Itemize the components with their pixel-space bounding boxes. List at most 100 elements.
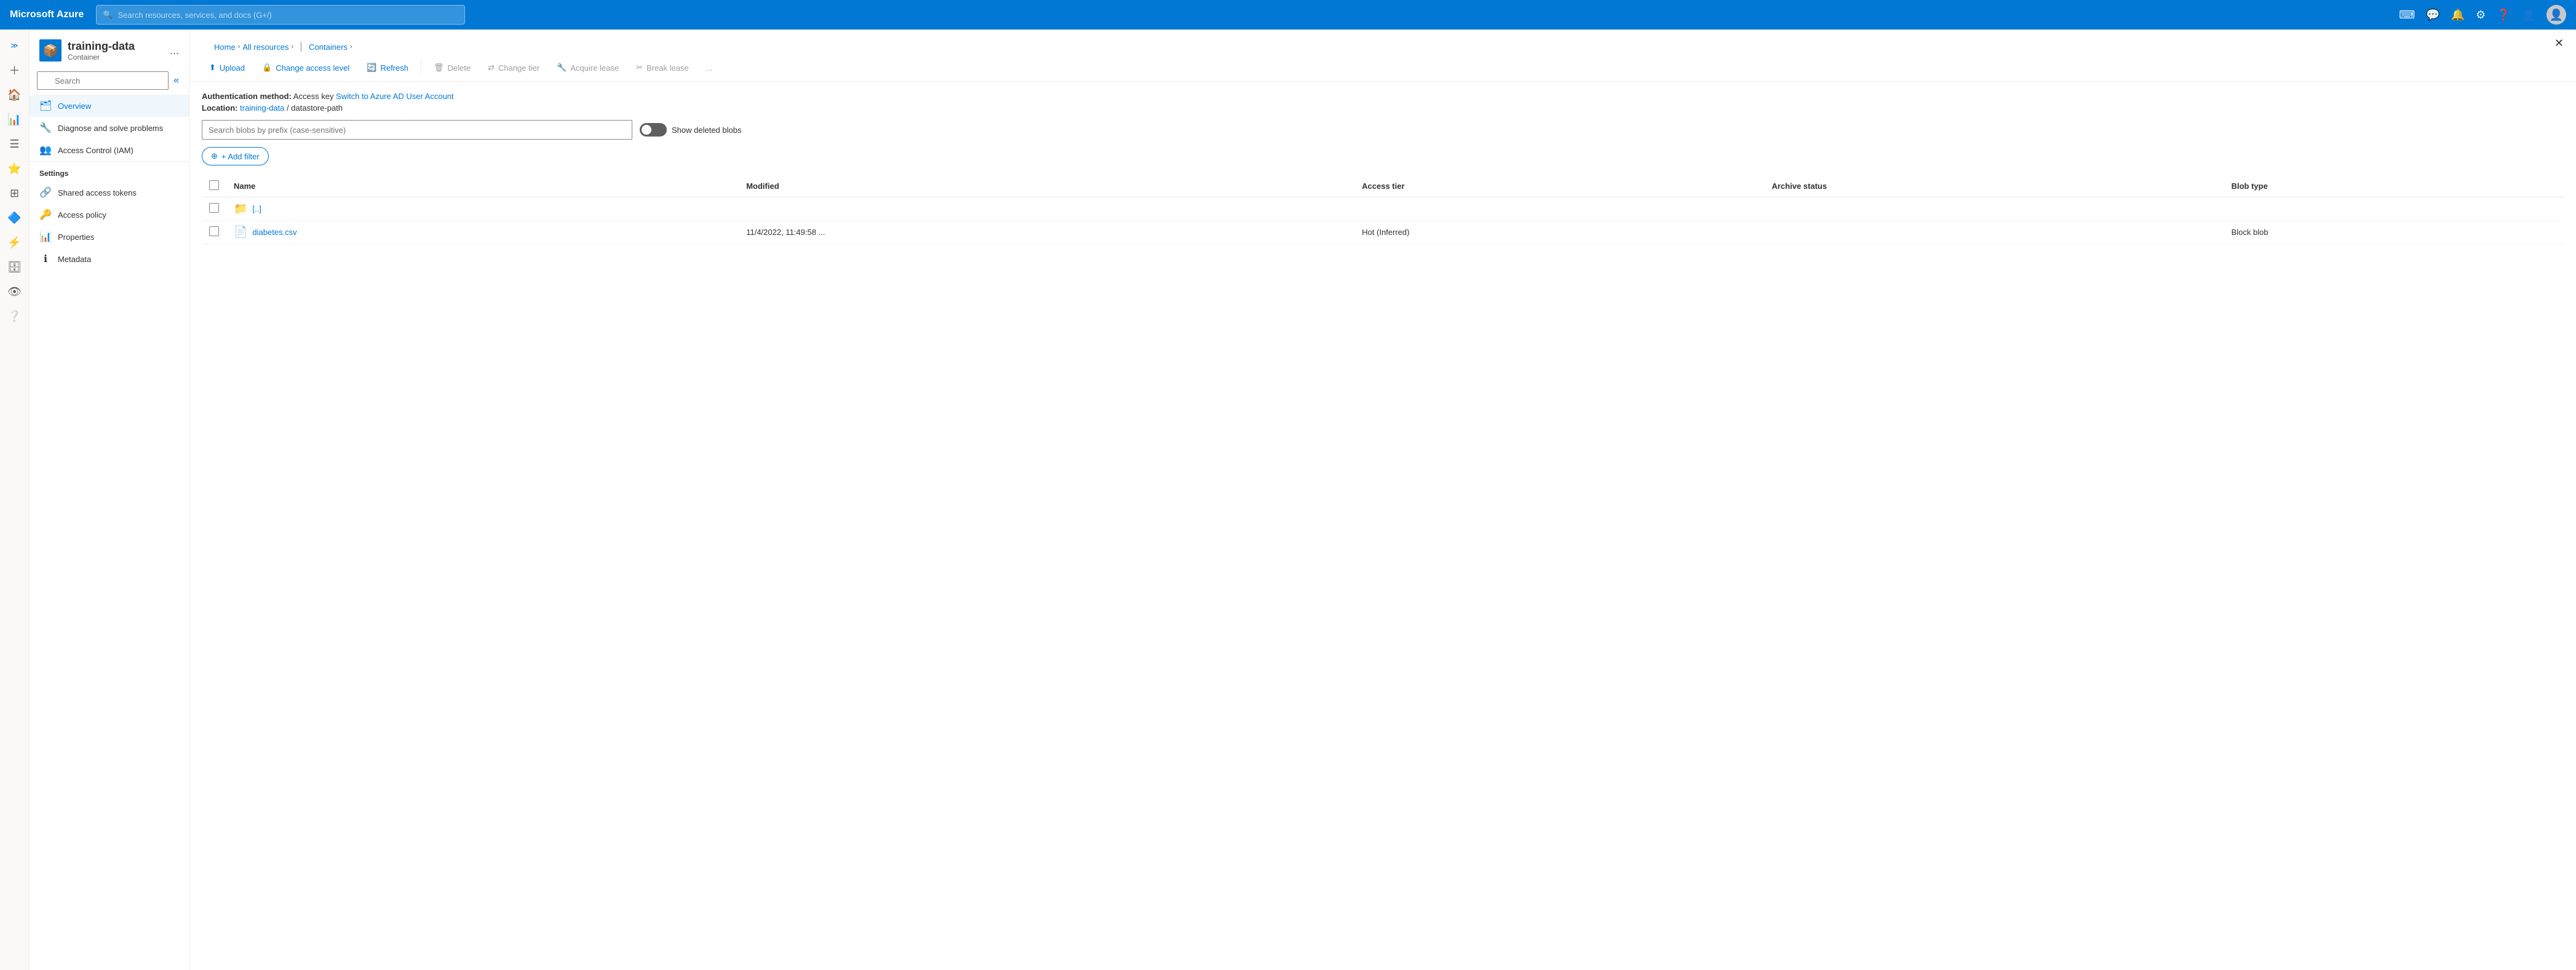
lock-icon: 🔒 — [262, 63, 272, 73]
add-filter-button[interactable]: ⊕ + Add filter — [202, 147, 269, 165]
content-area: Authentication method: Access key Switch… — [189, 82, 2576, 254]
top-navigation: Microsoft Azure 🔍 Search resources, serv… — [0, 0, 2576, 30]
toggle-knob — [642, 125, 651, 135]
row-checkbox[interactable] — [209, 226, 219, 236]
left-navigation: 📦 training-data Container ... 🔍 « 🗂 Over… — [30, 30, 189, 970]
global-search-bar[interactable]: 🔍 Search resources, services, and docs (… — [96, 5, 465, 25]
filter-icon: ⊕ — [211, 151, 218, 161]
resource-header: 📦 training-data Container ... — [30, 30, 189, 66]
container-icon[interactable]: 🔷 — [4, 207, 26, 229]
database-icon[interactable]: 🗄 — [4, 256, 26, 278]
collapse-icon[interactable]: ≫ — [4, 34, 26, 57]
nav-collapse-button[interactable]: « — [171, 73, 181, 89]
location-path: datastore-path — [291, 103, 343, 113]
more-button[interactable]: ... — [699, 60, 720, 76]
lightning-icon[interactable]: ⚡ — [4, 231, 26, 253]
refresh-icon: 🔄 — [367, 63, 376, 73]
breadcrumb-sep-3: › — [350, 43, 352, 50]
feedback-icon[interactable]: 💬 — [2426, 9, 2439, 22]
diagnose-icon: 🔧 — [39, 122, 52, 134]
auth-info: Authentication method: Access key Switch… — [202, 92, 2564, 101]
table-header-archive-status: Archive status — [1764, 175, 2224, 197]
breadcrumb-containers[interactable]: Containers — [309, 42, 348, 52]
overview-icon: 🗂 — [39, 100, 52, 112]
access-policy-icon: 🔑 — [39, 209, 52, 221]
row-modified-cell — [739, 197, 1354, 221]
row-access-tier-cell: Hot (Inferred) — [1354, 221, 1764, 244]
row-archive-status-cell — [1764, 221, 2224, 244]
settings-section-title: Settings — [30, 161, 189, 181]
resource-type-icon: 📦 — [39, 39, 62, 62]
monitor-icon[interactable]: 👁 — [4, 280, 26, 303]
question-icon[interactable]: ❔ — [4, 305, 26, 327]
table-header-name: Name — [226, 175, 739, 197]
delete-button[interactable]: 🗑 Delete — [426, 59, 478, 76]
menu-icon[interactable]: ☰ — [4, 133, 26, 155]
nav-item-shared-access-tokens[interactable]: 🔗 Shared access tokens — [30, 181, 189, 204]
nav-item-overview[interactable]: 🗂 Overview — [30, 95, 189, 117]
iam-icon: 👥 — [39, 144, 52, 156]
breadcrumb-all-resources[interactable]: All resources — [242, 42, 288, 52]
resource-more-button[interactable]: ... — [170, 44, 179, 57]
nav-item-diagnose[interactable]: 🔧 Diagnose and solve problems — [30, 117, 189, 139]
settings-icon[interactable]: ⚙ — [2476, 9, 2486, 22]
directory-icon[interactable]: 👤 — [2522, 9, 2535, 22]
metadata-icon: ℹ — [39, 253, 52, 265]
acquire-lease-icon: 🔧 — [557, 63, 566, 73]
file-link[interactable]: diabetes.csv — [252, 228, 296, 237]
refresh-button[interactable]: 🔄 Refresh — [359, 59, 416, 76]
table-header-access-tier: Access tier — [1354, 175, 1764, 197]
nav-item-access-policy[interactable]: 🔑 Access policy — [30, 204, 189, 226]
close-button[interactable]: ✕ — [2554, 37, 2564, 50]
upload-icon: ⬆ — [209, 63, 216, 73]
nav-search-wrapper: 🔍 « — [30, 66, 189, 95]
shared-access-tokens-icon: 🔗 — [39, 186, 52, 199]
show-deleted-toggle[interactable] — [640, 123, 667, 137]
switch-auth-link[interactable]: Switch to Azure AD User Account — [336, 92, 453, 101]
upload-button[interactable]: ⬆ Upload — [202, 59, 252, 76]
folder-link[interactable]: [..] — [252, 204, 261, 213]
blob-table: Name Modified Access tier Archive status… — [202, 175, 2564, 244]
row-access-tier-cell — [1354, 197, 1764, 221]
blob-search-row: Show deleted blobs — [202, 120, 2564, 140]
nav-item-iam[interactable]: 👥 Access Control (IAM) — [30, 139, 189, 161]
acquire-lease-button[interactable]: 🔧 Acquire lease — [549, 59, 626, 76]
break-lease-icon: ✂ — [636, 63, 643, 73]
nav-item-properties[interactable]: 📊 Properties — [30, 226, 189, 248]
select-all-checkbox[interactable] — [209, 180, 219, 190]
breadcrumb: Home › All resources › Containers › — [202, 34, 2564, 54]
favorites-icon[interactable]: ⭐ — [4, 157, 26, 180]
search-icon: 🔍 — [103, 10, 113, 20]
properties-icon: 📊 — [39, 231, 52, 243]
folder-icon: 📁 — [234, 202, 247, 215]
home-icon[interactable]: 🏠 — [4, 84, 26, 106]
table-row: 📁 [..] — [202, 197, 2564, 221]
notifications-icon[interactable]: 🔔 — [2451, 9, 2465, 22]
storage-link[interactable]: training-data — [240, 103, 284, 113]
row-archive-status-cell — [1764, 197, 2224, 221]
blob-search-input[interactable] — [202, 120, 632, 140]
row-name-cell: 📁 [..] — [226, 197, 739, 221]
row-modified-cell: 11/4/2022, 11:49:58 ... — [739, 221, 1354, 244]
breadcrumb-sep-1: › — [238, 43, 241, 50]
nav-item-metadata[interactable]: ℹ Metadata — [30, 248, 189, 270]
change-tier-button[interactable]: ⇄ Change tier — [480, 59, 547, 76]
main-content: Home › All resources › Containers › ✕ ⬆ … — [189, 30, 2576, 970]
table-header-modified: Modified — [739, 175, 1354, 197]
row-checkbox[interactable] — [209, 203, 219, 213]
cloud-shell-icon[interactable]: ⌨ — [2399, 9, 2415, 22]
change-access-level-button[interactable]: 🔒 Change access level — [255, 59, 357, 76]
delete-icon: 🗑 — [434, 63, 444, 73]
show-deleted-label: Show deleted blobs — [672, 125, 741, 135]
nav-search-input[interactable] — [37, 71, 169, 90]
resources-icon[interactable]: ⊞ — [4, 182, 26, 204]
table-header-checkbox — [202, 175, 226, 197]
help-icon[interactable]: ❓ — [2497, 9, 2510, 22]
breadcrumb-home[interactable]: Home — [214, 42, 236, 52]
add-icon[interactable]: ＋ — [4, 59, 26, 81]
dashboard-icon[interactable]: 📊 — [4, 108, 26, 130]
avatar[interactable]: 👤 — [2546, 5, 2566, 25]
break-lease-button[interactable]: ✂ Break lease — [629, 59, 696, 76]
sidebar-icon-rail: ≫ ＋ 🏠 📊 ☰ ⭐ ⊞ 🔷 ⚡ 🗄 👁 ❔ — [0, 30, 30, 970]
resource-title: training-data — [68, 40, 135, 53]
